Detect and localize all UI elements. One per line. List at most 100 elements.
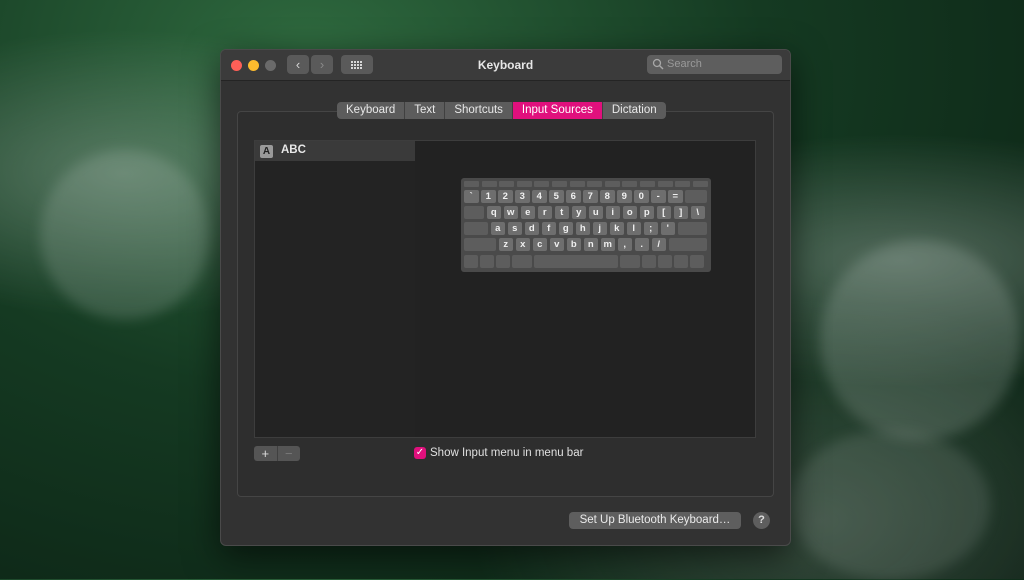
keyboard-modifier-key <box>674 255 688 268</box>
function-key <box>534 181 550 187</box>
keyboard-key: 4 <box>532 190 547 203</box>
function-key <box>464 181 479 187</box>
keyboard-layout-preview: ` 1 2 3 4 5 6 7 8 9 0- = q w e r t y u i o p[] \ a s d f g h j k l; ' z x c… <box>461 178 711 272</box>
keyboard-modifier-key <box>642 255 656 268</box>
keyboard-key: z <box>498 238 513 251</box>
input-source-icon: A <box>260 145 273 158</box>
function-key <box>587 181 603 187</box>
keyboard-key: / <box>651 238 666 251</box>
list-item[interactable]: A ABC <box>255 141 415 161</box>
keyboard-key: \ <box>690 206 705 219</box>
keyboard-key: g <box>558 222 573 235</box>
function-key <box>657 181 673 187</box>
function-key <box>604 181 620 187</box>
tab-dictation[interactable]: Dictation <box>603 102 666 119</box>
keyboard-key: - <box>651 190 666 203</box>
function-key <box>640 181 655 187</box>
keyboard-preview-pane: ` 1 2 3 4 5 6 7 8 9 0- = q w e r t y u i o p[] \ a s d f g h j k l; ' z x c… <box>415 140 756 438</box>
keyboard-key: . <box>634 238 649 251</box>
function-key <box>692 181 708 187</box>
keyboard-key: 2 <box>498 190 513 203</box>
wallpaper-fluff <box>40 150 210 320</box>
keyboard-key: 6 <box>566 190 581 203</box>
function-key <box>516 181 532 187</box>
keyboard-key: x <box>515 238 530 251</box>
tab-shortcuts[interactable]: Shortcuts <box>445 102 513 119</box>
input-sources-list[interactable]: A ABC <box>254 140 416 438</box>
keyboard-modifier-key <box>496 255 510 268</box>
function-key <box>569 181 585 187</box>
function-key <box>499 181 515 187</box>
keyboard-modifier-key <box>464 238 496 251</box>
keyboard-key: d <box>524 222 539 235</box>
function-key <box>675 181 691 187</box>
keyboard-key: 3 <box>515 190 530 203</box>
keyboard-modifier-key <box>677 222 707 235</box>
add-button[interactable]: + <box>254 446 277 461</box>
search-field[interactable]: Search <box>647 55 782 74</box>
wallpaper-fluff <box>790 430 990 580</box>
function-key <box>622 181 638 187</box>
keyboard-modifier-key <box>464 206 484 219</box>
search-placeholder: Search <box>667 58 702 70</box>
keyboard-key: 0 <box>634 190 649 203</box>
tab-input-sources[interactable]: Input Sources <box>512 102 603 119</box>
keyboard-key: i <box>605 206 620 219</box>
keyboard-key: e <box>520 206 535 219</box>
keyboard-key: [ <box>656 206 671 219</box>
keyboard-key: k <box>609 222 624 235</box>
keyboard-key: 8 <box>600 190 615 203</box>
function-key <box>552 181 567 187</box>
remove-button[interactable]: − <box>276 446 301 461</box>
keyboard-key: r <box>537 206 552 219</box>
keyboard-key: 5 <box>549 190 564 203</box>
tab-text[interactable]: Text <box>405 102 446 119</box>
keyboard-key: f <box>541 222 556 235</box>
help-button[interactable]: ? <box>753 512 770 529</box>
keyboard-modifier-key <box>512 255 532 268</box>
function-key <box>481 181 497 187</box>
keyboard-key: b <box>566 238 581 251</box>
keyboard-modifier-key <box>464 255 478 268</box>
tab-keyboard[interactable]: Keyboard <box>337 102 406 119</box>
keyboard-key: 1 <box>481 190 496 203</box>
keyboard-key: t <box>554 206 569 219</box>
keyboard-key: = <box>668 190 683 203</box>
keyboard-modifier-key <box>620 255 640 268</box>
keyboard-key: p <box>639 206 654 219</box>
keyboard-modifier-key <box>685 190 707 203</box>
keyboard-key: v <box>549 238 564 251</box>
list-controls: + − <box>254 446 300 461</box>
keyboard-key: h <box>575 222 590 235</box>
setup-bluetooth-keyboard-button[interactable]: Set Up Bluetooth Keyboard… <box>569 512 741 529</box>
keyboard-key: u <box>588 206 603 219</box>
keyboard-key: o <box>622 206 637 219</box>
show-input-menu-label: Show Input menu in menu bar <box>430 447 584 459</box>
list-item-label: ABC <box>281 144 306 156</box>
keyboard-key: l <box>626 222 641 235</box>
title-bar: ‹ › Keyboard Search <box>221 50 790 81</box>
keyboard-key: ` <box>464 190 479 203</box>
keyboard-modifier-key <box>658 255 672 268</box>
keyboard-key: y <box>571 206 586 219</box>
keyboard-key: w <box>503 206 518 219</box>
wallpaper-fluff <box>820 240 1020 440</box>
keyboard-key: ; <box>643 222 658 235</box>
keyboard-key: a <box>490 222 505 235</box>
keyboard-preferences-window: ‹ › Keyboard Search Keyboard Text Shortc… <box>220 49 791 546</box>
keyboard-modifier-key <box>534 255 618 268</box>
keyboard-key: n <box>583 238 598 251</box>
keyboard-key: q <box>486 206 501 219</box>
show-input-menu-checkbox[interactable]: ✓ <box>414 447 426 459</box>
keyboard-modifier-key <box>690 255 704 268</box>
keyboard-key: c <box>532 238 547 251</box>
keyboard-modifier-key <box>668 238 707 251</box>
keyboard-key: 7 <box>583 190 598 203</box>
keyboard-modifier-key <box>464 222 488 235</box>
keyboard-key: ' <box>660 222 675 235</box>
keyboard-key: 9 <box>617 190 632 203</box>
keyboard-key: ] <box>673 206 688 219</box>
keyboard-modifier-key <box>480 255 494 268</box>
search-icon <box>652 58 664 70</box>
keyboard-key: , <box>617 238 632 251</box>
